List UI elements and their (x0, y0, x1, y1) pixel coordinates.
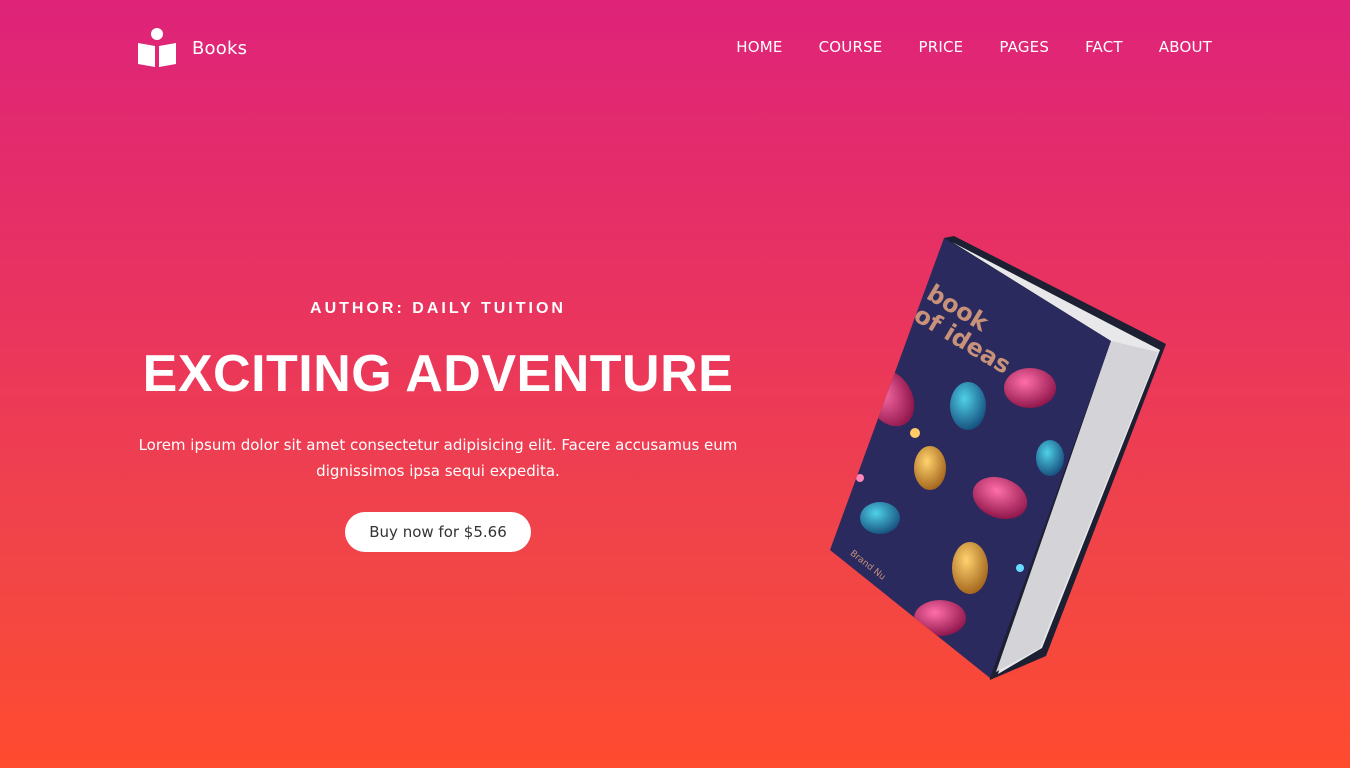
book-image: book of ideas Brand Nu (820, 228, 1180, 688)
hero-author: AUTHOR: DAILY TUITION (310, 300, 566, 317)
nav-fact[interactable]: FACT (1085, 38, 1123, 56)
hero-description: Lorem ipsum dolor sit amet consectetur a… (138, 436, 738, 480)
nav-home[interactable]: HOME (736, 38, 782, 56)
book-reader-icon (138, 28, 176, 67)
nav-price[interactable]: PRICE (919, 38, 964, 56)
book-illustration: book of ideas Brand Nu (830, 236, 1166, 680)
brand-name: Books (192, 37, 248, 59)
hero-title: EXCITING ADVENTURE (142, 345, 734, 403)
nav-course[interactable]: COURSE (819, 38, 883, 56)
brand-logo[interactable]: Books (136, 27, 247, 69)
nav-about[interactable]: ABOUT (1159, 38, 1212, 56)
hero-section: AUTHOR: DAILY TUITION EXCITING ADVENTURE… (118, 300, 758, 552)
buy-now-button[interactable]: Buy now for $5.66 (345, 512, 531, 552)
main-nav: HOME COURSE PRICE PAGES FACT ABOUT (736, 38, 1212, 56)
nav-pages[interactable]: PAGES (999, 38, 1049, 56)
